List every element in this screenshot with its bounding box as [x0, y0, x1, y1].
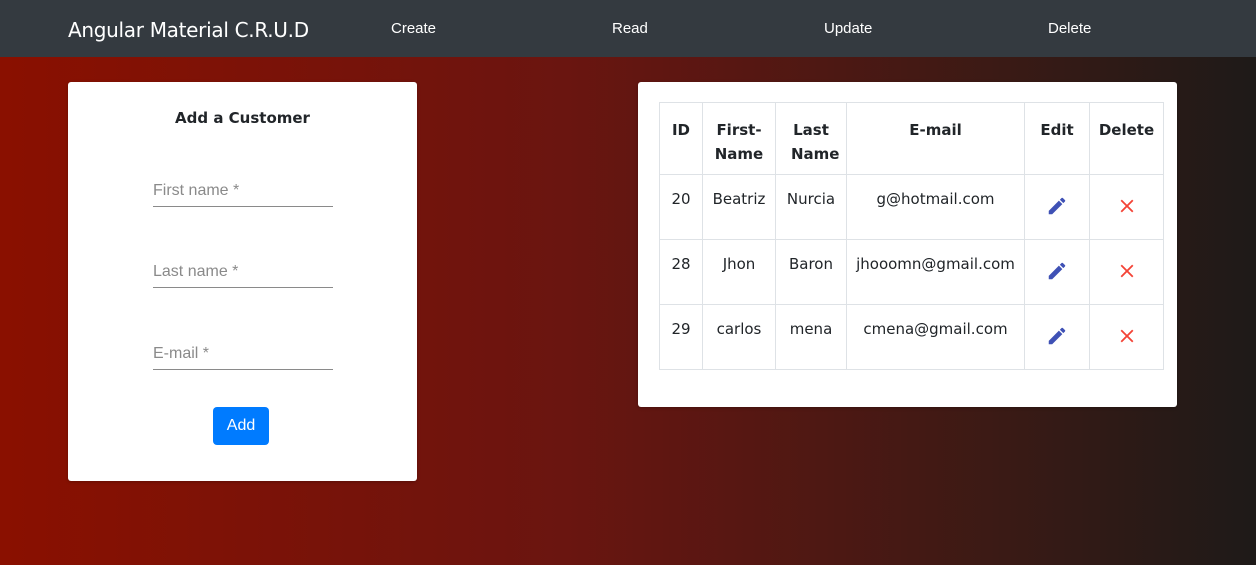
top-navbar: Angular Material C.R.U.D Create Read Upd…: [0, 0, 1256, 57]
header-first-name-label: First-Name: [714, 121, 764, 163]
first-name-input[interactable]: [153, 182, 333, 206]
nav-link-update[interactable]: Update: [824, 20, 872, 37]
first-name-field: [153, 182, 333, 207]
cell-email: cmena@gmail.com: [846, 304, 1025, 370]
cell-last-name: mena: [775, 304, 847, 370]
form-title: Add a Customer: [175, 109, 310, 127]
cell-first-name: Beatriz: [702, 174, 776, 240]
cell-edit: [1024, 174, 1090, 240]
add-button[interactable]: Add: [213, 407, 269, 445]
pencil-icon[interactable]: [1046, 195, 1068, 217]
close-icon[interactable]: [1116, 195, 1138, 217]
cell-edit: [1024, 304, 1090, 370]
header-first-name: First-Name: [702, 102, 776, 175]
last-name-input[interactable]: [153, 263, 333, 287]
header-last-name-label: Last Name: [791, 121, 840, 163]
cell-delete: [1089, 239, 1164, 305]
nav-link-read[interactable]: Read: [612, 20, 648, 37]
email-input[interactable]: [153, 345, 333, 369]
cell-first-name: Jhon: [702, 239, 776, 305]
nav-link-create[interactable]: Create: [391, 20, 436, 37]
close-icon[interactable]: [1116, 260, 1138, 282]
table-row: 20 Beatriz Nurcia g@hotmail.com: [659, 174, 1164, 240]
header-edit: Edit: [1024, 102, 1090, 175]
cell-email: jhooomn@gmail.com: [846, 239, 1025, 305]
cell-edit: [1024, 239, 1090, 305]
cell-id: 20: [659, 174, 703, 240]
cell-last-name: Nurcia: [775, 174, 847, 240]
header-email: E-mail: [846, 102, 1025, 175]
table-row: 29 carlos mena cmena@gmail.com: [659, 304, 1164, 370]
table-header-row: ID First-Name Last Name E-mail Edit Dele…: [659, 102, 1164, 175]
email-field: [153, 345, 333, 370]
cell-id: 29: [659, 304, 703, 370]
customers-table-card: ID First-Name Last Name E-mail Edit Dele…: [638, 82, 1177, 407]
cell-email: g@hotmail.com: [846, 174, 1025, 240]
pencil-icon[interactable]: [1046, 325, 1068, 347]
customers-table: ID First-Name Last Name E-mail Edit Dele…: [659, 102, 1164, 370]
nav-link-delete[interactable]: Delete: [1048, 20, 1091, 37]
app-brand[interactable]: Angular Material C.R.U.D: [68, 18, 309, 42]
table-row: 28 Jhon Baron jhooomn@gmail.com: [659, 239, 1164, 305]
header-delete: Delete: [1089, 102, 1164, 175]
pencil-icon[interactable]: [1046, 260, 1068, 282]
cell-delete: [1089, 174, 1164, 240]
cell-first-name: carlos: [702, 304, 776, 370]
cell-last-name: Baron: [775, 239, 847, 305]
last-name-field: [153, 263, 333, 288]
add-customer-card: Add a Customer Add: [68, 82, 417, 481]
close-icon[interactable]: [1116, 325, 1138, 347]
cell-delete: [1089, 304, 1164, 370]
header-id: ID: [659, 102, 703, 175]
cell-id: 28: [659, 239, 703, 305]
header-last-name: Last Name: [775, 102, 847, 175]
